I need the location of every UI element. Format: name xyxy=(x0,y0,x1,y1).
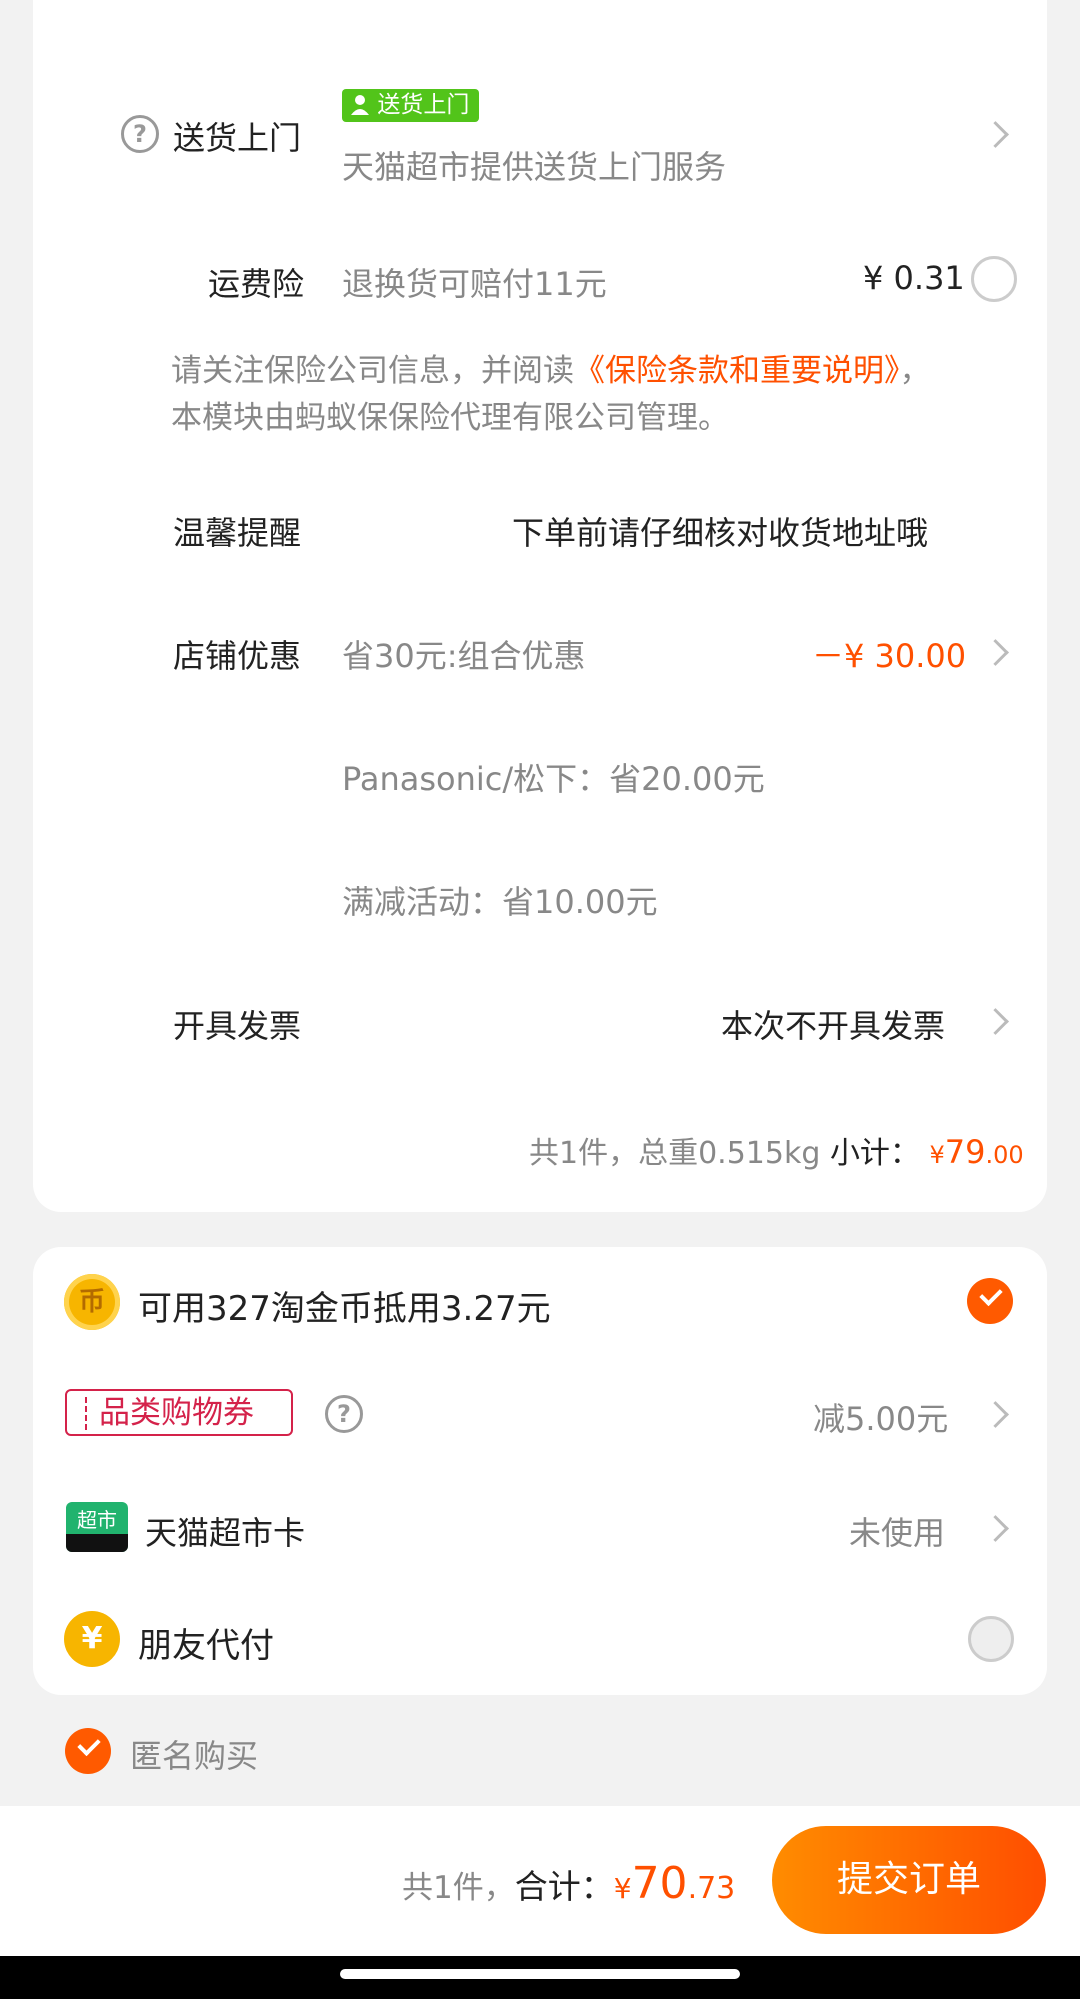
shop-discount-detail-fullreduction: 满减活动：省10.00元 xyxy=(342,883,658,921)
help-icon[interactable]: ? xyxy=(121,115,159,153)
shop-discount-amount: －¥ 30.00 xyxy=(812,637,967,675)
shop-discount-label: 店铺优惠 xyxy=(173,637,302,675)
coin-icon: 币 xyxy=(64,1274,120,1330)
friend-pay-radio[interactable] xyxy=(968,1616,1014,1662)
total-currency: ¥ xyxy=(613,1872,632,1905)
subtotal-dec: .00 xyxy=(985,1141,1024,1169)
person-icon xyxy=(350,93,370,115)
subtotal-row: 共1件，总重0.515kg 小计： ¥79.00 xyxy=(529,1128,1024,1172)
invoice-label: 开具发票 xyxy=(173,1007,302,1045)
subtotal-int: 79 xyxy=(944,1133,986,1171)
yuan-icon-glyph: ¥ xyxy=(81,1621,103,1656)
shipping-insurance-radio[interactable] xyxy=(971,256,1017,302)
shipping-insurance-desc: 退换货可赔付11元 xyxy=(342,265,607,303)
yuan-icon: ¥ xyxy=(64,1611,120,1667)
delivery-badge-text: 送货上门 xyxy=(377,92,470,118)
insurance-notice-comma: ， xyxy=(899,353,931,389)
insurance-notice-line1: 请关注保险公司信息，并阅读《保险条款和重要说明》， xyxy=(171,345,931,390)
total-label: 合计： xyxy=(514,1867,614,1906)
delivery-desc: 天猫超市提供送货上门服务 xyxy=(342,148,727,186)
anonymous-label: 匿名购买 xyxy=(130,1737,259,1775)
shipping-insurance-price: ¥ 0.31 xyxy=(863,259,965,297)
supermarket-card-label: 天猫超市卡 xyxy=(145,1514,306,1552)
subtotal-currency: ¥ xyxy=(929,1141,945,1169)
friend-pay-label: 朋友代付 xyxy=(138,1626,274,1666)
reminder-text: 下单前请仔细核对收货地址哦 xyxy=(512,514,929,552)
subtotal-label: 小计： xyxy=(829,1136,920,1171)
insurance-terms-link[interactable]: 《保险条款和重要说明》 xyxy=(574,353,900,389)
tmall-supermarket-icon-text: 超市 xyxy=(77,1508,117,1532)
coin-icon-glyph: 币 xyxy=(78,1287,105,1317)
invoice-value[interactable]: 本次不开具发票 xyxy=(721,1001,945,1047)
reminder-label: 温馨提醒 xyxy=(173,514,302,552)
coins-text: 可用327淘金币抵用3.27元 xyxy=(138,1289,551,1329)
insurance-notice-line2: 本模块由蚂蚁保保险代理有限公司管理。 xyxy=(171,400,729,436)
submit-order-button[interactable]: 提交订单 xyxy=(772,1826,1046,1934)
total-dec: .73 xyxy=(687,1871,736,1906)
total-summary: 共1件，合计：¥70.73 xyxy=(402,1858,735,1909)
coins-checkbox[interactable] xyxy=(967,1278,1013,1324)
insurance-notice-text: 请关注保险公司信息，并阅读 xyxy=(171,353,574,389)
help-icon[interactable]: ? xyxy=(325,1395,363,1433)
anonymous-checkbox[interactable] xyxy=(65,1728,111,1774)
shipping-insurance-label: 运费险 xyxy=(208,265,305,303)
coupon-value[interactable]: 减5.00元 xyxy=(813,1394,948,1440)
coupon-perforation xyxy=(85,1397,87,1430)
delivery-badge: 送货上门 xyxy=(342,89,480,122)
coupon-badge: 品类购物券 xyxy=(65,1389,293,1436)
home-indicator[interactable] xyxy=(340,1969,740,1979)
total-count: 共1件， xyxy=(402,1870,515,1906)
subtotal-summary: 共1件，总重0.515kg xyxy=(529,1136,821,1171)
shop-discount-desc: 省30元:组合优惠 xyxy=(342,637,586,675)
shop-discount-detail-brand: Panasonic/松下：省20.00元 xyxy=(342,760,765,798)
coupon-badge-text: 品类购物券 xyxy=(99,1395,254,1431)
delivery-label: 送货上门 xyxy=(173,119,302,157)
total-int: 70 xyxy=(631,1858,688,1909)
tmall-supermarket-icon: 超市 xyxy=(66,1502,128,1552)
cat-face xyxy=(66,1534,128,1552)
supermarket-card-value[interactable]: 未使用 xyxy=(849,1508,945,1554)
